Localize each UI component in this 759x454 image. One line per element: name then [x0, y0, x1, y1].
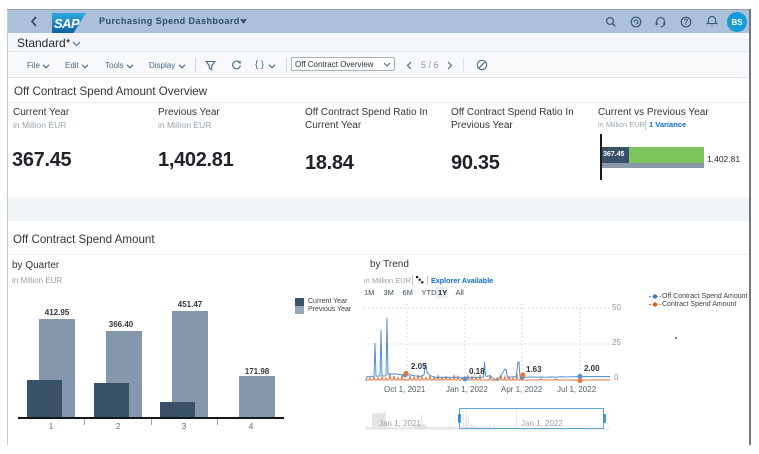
svg-text:?: ? [684, 18, 689, 27]
svg-text:SAP: SAP [54, 16, 80, 31]
